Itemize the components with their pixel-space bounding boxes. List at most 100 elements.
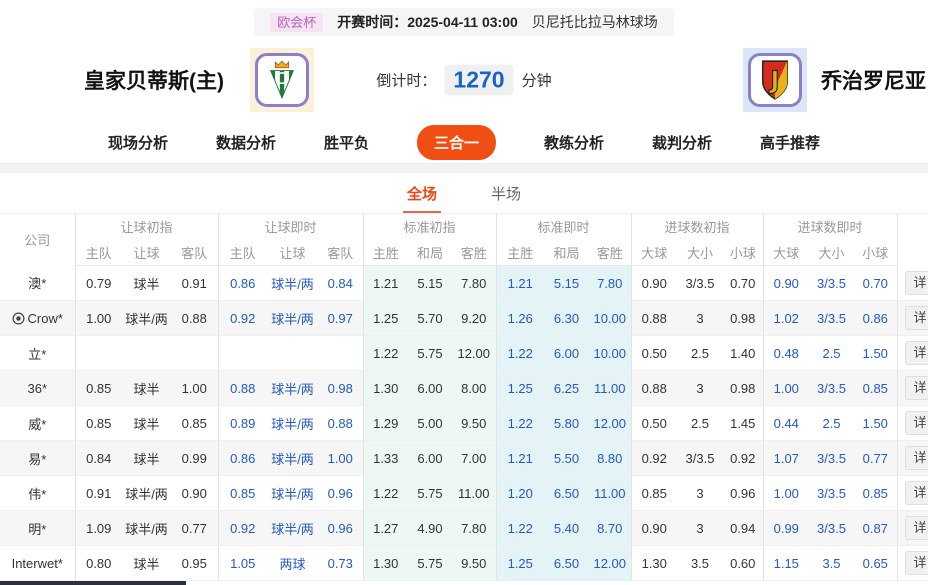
- odds-cell: 0.85: [854, 476, 897, 511]
- odds-cell: 0.90: [763, 266, 809, 301]
- odds-cell: 3/3.5: [809, 266, 854, 301]
- odds-cell: 0.88: [218, 371, 267, 406]
- odds-cell: 两球: [267, 546, 318, 581]
- home-team: 皇家贝蒂斯(主): [84, 38, 314, 122]
- odds-cell: 7.80: [589, 266, 631, 301]
- detail-cell: 详: [897, 546, 928, 581]
- odds-cell: 1.00: [318, 441, 363, 476]
- odds-cell: 球半/两: [267, 406, 318, 441]
- odds-cell: 球半/两: [267, 371, 318, 406]
- detail-button[interactable]: 详: [905, 551, 928, 575]
- odds-cell: 12.00: [589, 406, 631, 441]
- table-row: 36*0.85球半1.000.88球半/两0.981.306.008.001.2…: [0, 371, 928, 406]
- odds-cell: 3/3.5: [809, 476, 854, 511]
- tab-expert-picks[interactable]: 高手推荐: [760, 132, 820, 153]
- subtab-full-match[interactable]: 全场: [403, 183, 441, 213]
- odds-cell: 6.00: [408, 371, 452, 406]
- odds-cell: 3: [677, 511, 723, 546]
- odds-cell: 3/3.5: [809, 511, 854, 546]
- odds-cell: 0.80: [75, 546, 122, 581]
- odds-cell: 5.50: [544, 441, 589, 476]
- odds-cell: 5.80: [544, 406, 589, 441]
- odds-cell: 1.50: [854, 336, 897, 371]
- kickoff-time: 开赛时间：2025-04-11 03:00: [337, 12, 518, 32]
- table-row: Crow*1.00球半/两0.880.92球半/两0.971.255.709.2…: [0, 301, 928, 336]
- odds-cell: 1.02: [763, 301, 809, 336]
- odds-cell: 6.00: [408, 441, 452, 476]
- odds-cell: 8.70: [589, 511, 631, 546]
- table-row: 伟*0.91球半/两0.900.85球半/两0.961.225.7511.001…: [0, 476, 928, 511]
- odds-cell: 球半/两: [267, 301, 318, 336]
- odds-cell: 3/3.5: [809, 371, 854, 406]
- column-group-header: 进球数初指: [631, 214, 763, 240]
- odds-cell: 1.22: [496, 406, 544, 441]
- odds-cell: 5.15: [408, 266, 452, 301]
- odds-cell: 0.96: [723, 476, 763, 511]
- detail-button[interactable]: 详: [905, 446, 928, 470]
- odds-cell: 0.86: [218, 266, 267, 301]
- detail-cell: 详: [897, 441, 928, 476]
- odds-cell: 球半: [122, 441, 171, 476]
- tab-data-analysis[interactable]: 数据分析: [216, 132, 276, 153]
- tab-referee-analysis[interactable]: 裁判分析: [652, 132, 712, 153]
- detail-cell: 详: [897, 301, 928, 336]
- company-cell: Crow*: [0, 301, 75, 336]
- detail-button[interactable]: 详: [905, 306, 928, 330]
- odds-cell: 1.21: [496, 266, 544, 301]
- column-sub-header: 大球: [631, 240, 677, 266]
- odds-table-body: 澳*0.79球半0.910.86球半/两0.841.215.157.801.21…: [0, 266, 928, 581]
- odds-cell: 0.97: [318, 301, 363, 336]
- detail-button[interactable]: 详: [905, 411, 928, 435]
- odds-cell: 5.75: [408, 476, 452, 511]
- odds-cell: 1.30: [363, 546, 408, 581]
- detail-button[interactable]: 详: [905, 341, 928, 365]
- countdown-label: 倒计时：: [376, 70, 436, 91]
- odds-cell: 11.00: [452, 476, 496, 511]
- home-team-name: 皇家贝蒂斯(主): [84, 65, 224, 95]
- odds-table: 公司让球初指让球即时标准初指标准即时进球数初指进球数即时主队让球客队主队让球客队…: [0, 213, 928, 581]
- detail-button[interactable]: 详: [905, 516, 928, 540]
- company-cell: 36*: [0, 371, 75, 406]
- odds-cell: 10.00: [589, 336, 631, 371]
- odds-cell: 0.92: [631, 441, 677, 476]
- odds-cell: 1.26: [496, 301, 544, 336]
- tab-three-in-one[interactable]: 三合一: [417, 125, 496, 160]
- tab-live-analysis[interactable]: 现场分析: [108, 132, 168, 153]
- odds-cell: 球半/两: [122, 511, 171, 546]
- company-cell: 立*: [0, 336, 75, 371]
- detail-column-header: [897, 214, 928, 266]
- football-icon: [12, 312, 25, 325]
- column-group-header: 标准初指: [363, 214, 496, 240]
- column-sub-header: 主胜: [496, 240, 544, 266]
- odds-cell: 1.25: [496, 371, 544, 406]
- subtab-half-match[interactable]: 半场: [487, 183, 525, 211]
- odds-cell: 1.30: [363, 371, 408, 406]
- odds-cell: 0.92: [218, 511, 267, 546]
- odds-cell: 0.70: [723, 266, 763, 301]
- odds-cell: 0.85: [171, 406, 218, 441]
- odds-cell: 1.21: [496, 441, 544, 476]
- detail-cell: 详: [897, 266, 928, 301]
- odds-cell: 7.00: [452, 441, 496, 476]
- venue-name: 贝尼托比拉马林球场: [532, 12, 658, 32]
- detail-button[interactable]: 详: [905, 481, 928, 505]
- odds-cell: 5.75: [408, 546, 452, 581]
- countdown-value: 1270: [444, 65, 513, 96]
- tab-coach-analysis[interactable]: 教练分析: [544, 132, 604, 153]
- odds-cell: [318, 336, 363, 371]
- odds-cell: 0.99: [763, 511, 809, 546]
- odds-cell: 0.90: [171, 476, 218, 511]
- odds-cell: 1.21: [363, 266, 408, 301]
- odds-cell: 0.48: [763, 336, 809, 371]
- odds-cell: 11.00: [589, 476, 631, 511]
- tab-win-draw-lose[interactable]: 胜平负: [324, 132, 369, 153]
- odds-cell: 9.50: [452, 406, 496, 441]
- odds-cell: 1.50: [854, 406, 897, 441]
- column-sub-header: 主队: [218, 240, 267, 266]
- odds-cell: 0.60: [723, 546, 763, 581]
- odds-cell: 5.15: [544, 266, 589, 301]
- detail-button[interactable]: 详: [905, 271, 928, 295]
- company-cell: 伟*: [0, 476, 75, 511]
- odds-cell: 7.80: [452, 266, 496, 301]
- detail-button[interactable]: 详: [905, 376, 928, 400]
